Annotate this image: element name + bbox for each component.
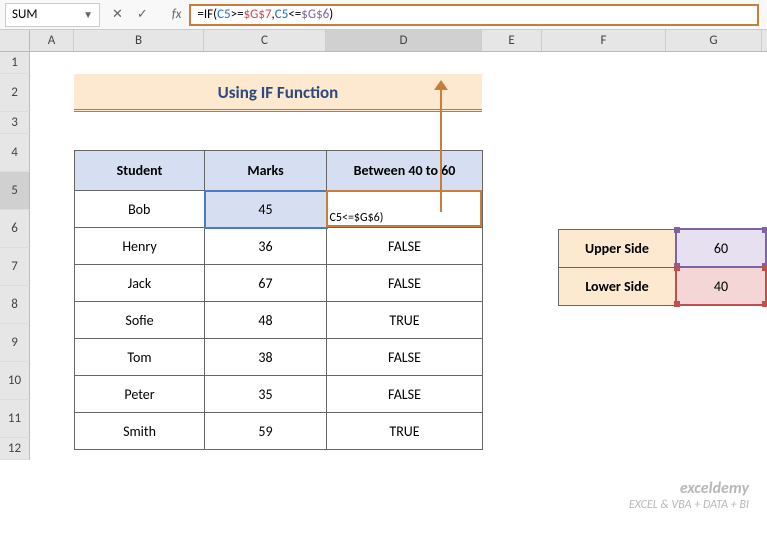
cell-between[interactable]: FALSE [327, 339, 483, 376]
row-header-2[interactable]: 2 [0, 74, 30, 112]
col-header-d[interactable]: D [326, 30, 482, 51]
cell-d5-overlay: C5<=$G$6) [330, 211, 481, 225]
cell-between[interactable]: FALSE [327, 228, 483, 265]
name-box-dropdown-icon[interactable]: ▼ [83, 8, 93, 21]
header-marks[interactable]: Marks [205, 151, 327, 191]
watermark-main: exceldemy [629, 479, 749, 498]
lower-side-value[interactable]: 40 [676, 267, 766, 305]
row-header-4[interactable]: 4 [0, 134, 30, 172]
formula-op2: <= [288, 7, 301, 22]
formula-bar: SUM ▼ ✕ ✓ fx =IF(C5>=$G$7,C5<=$G$6) [0, 0, 767, 30]
row-header-5[interactable]: 5 [0, 172, 30, 210]
cell-between[interactable]: FALSE [327, 265, 483, 302]
row-header-7[interactable]: 7 [0, 248, 30, 286]
annotation-arrow-head-icon [434, 80, 448, 90]
cell-between[interactable]: FALSE [327, 376, 483, 413]
data-table: Student Marks Between 40 to 60 Bob 45 C5… [74, 150, 483, 450]
row-header-10[interactable]: 10 [0, 362, 30, 400]
watermark-sub: EXCEL & VBA + DATA + BI [629, 498, 749, 512]
cancel-icon[interactable]: ✕ [112, 7, 123, 22]
col-header-g[interactable]: G [666, 30, 762, 51]
table-row: Bob 45 C5<=$G$6) [75, 191, 483, 228]
name-box-text: SUM [12, 7, 37, 22]
cell-marks[interactable]: 59 [205, 413, 327, 450]
table-row: Henry36FALSE [75, 228, 483, 265]
cell-student[interactable]: Bob [75, 191, 205, 228]
col-header-a[interactable]: A [30, 30, 74, 51]
formula-input[interactable]: =IF(C5>=$G$7,C5<=$G$6) [189, 4, 759, 26]
cell-d5-editing[interactable]: C5<=$G$6) [327, 191, 483, 228]
cell-between[interactable]: TRUE [327, 413, 483, 450]
side-table: Upper Side 60 Lower Side 40 [558, 228, 767, 306]
select-all-corner[interactable] [0, 30, 30, 51]
cell-marks[interactable]: 36 [205, 228, 327, 265]
table-header-row: Student Marks Between 40 to 60 [75, 151, 483, 191]
lower-side-label[interactable]: Lower Side [559, 267, 677, 305]
formula-ref-g7: $G$7 [244, 7, 272, 22]
annotation-arrow-line [440, 82, 442, 212]
cell-student[interactable]: Jack [75, 265, 205, 302]
col-header-e[interactable]: E [482, 30, 542, 51]
row-header-6[interactable]: 6 [0, 210, 30, 248]
column-headers: A B C D E F G [0, 30, 767, 52]
cell-marks[interactable]: 38 [205, 339, 327, 376]
row-header-9[interactable]: 9 [0, 324, 30, 362]
col-header-b[interactable]: B [74, 30, 204, 51]
cell-student[interactable]: Henry [75, 228, 205, 265]
formula-suffix: ) [329, 7, 333, 22]
col-header-f[interactable]: F [542, 30, 666, 51]
side-row-upper: Upper Side 60 [559, 229, 767, 267]
cell-marks[interactable]: 35 [205, 376, 327, 413]
formula-ref-c5b: C5 [275, 7, 289, 22]
formula-ref-c5a: C5 [217, 7, 231, 22]
row-header-3[interactable]: 3 [0, 112, 30, 134]
row-header-11[interactable]: 11 [0, 400, 30, 438]
confirm-icon[interactable]: ✓ [137, 7, 148, 22]
cell-student[interactable]: Smith [75, 413, 205, 450]
header-between[interactable]: Between 40 to 60 [327, 151, 483, 191]
formula-buttons: ✕ ✓ fx [112, 7, 181, 22]
cell-student[interactable]: Peter [75, 376, 205, 413]
row-header-12[interactable]: 12 [0, 438, 30, 460]
cell-between[interactable]: TRUE [327, 302, 483, 339]
table-row: Jack67FALSE [75, 265, 483, 302]
header-student[interactable]: Student [75, 151, 205, 191]
row-header-8[interactable]: 8 [0, 286, 30, 324]
col-header-c[interactable]: C [204, 30, 326, 51]
upper-side-value[interactable]: 60 [676, 229, 766, 267]
formula-prefix: =IF( [197, 7, 217, 22]
cell-student[interactable]: Sofie [75, 302, 205, 339]
name-box[interactable]: SUM ▼ [5, 3, 100, 27]
table-row: Sofie48TRUE [75, 302, 483, 339]
fx-icon[interactable]: fx [172, 7, 182, 22]
lower-val-text: 40 [714, 278, 728, 295]
grid-area: 1 2 3 4 5 6 7 8 9 10 11 12 Using IF Func… [0, 52, 767, 460]
table-row: Tom38FALSE [75, 339, 483, 376]
cell-marks[interactable]: 48 [205, 302, 327, 339]
table-row: Smith59TRUE [75, 413, 483, 450]
formula-op1: >= [231, 7, 244, 22]
formula-ref-g6: $G$6 [301, 7, 329, 22]
cell-marks[interactable]: 67 [205, 265, 327, 302]
title-cell[interactable]: Using IF Function [74, 74, 482, 112]
upper-side-label[interactable]: Upper Side [559, 229, 677, 267]
cell-c5-marks[interactable]: 45 [205, 191, 327, 228]
cell-student[interactable]: Tom [75, 339, 205, 376]
watermark: exceldemy EXCEL & VBA + DATA + BI [629, 479, 749, 512]
side-row-lower: Lower Side 40 [559, 267, 767, 305]
upper-val-text: 60 [714, 240, 728, 257]
row-header-1[interactable]: 1 [0, 52, 30, 74]
table-row: Peter35FALSE [75, 376, 483, 413]
